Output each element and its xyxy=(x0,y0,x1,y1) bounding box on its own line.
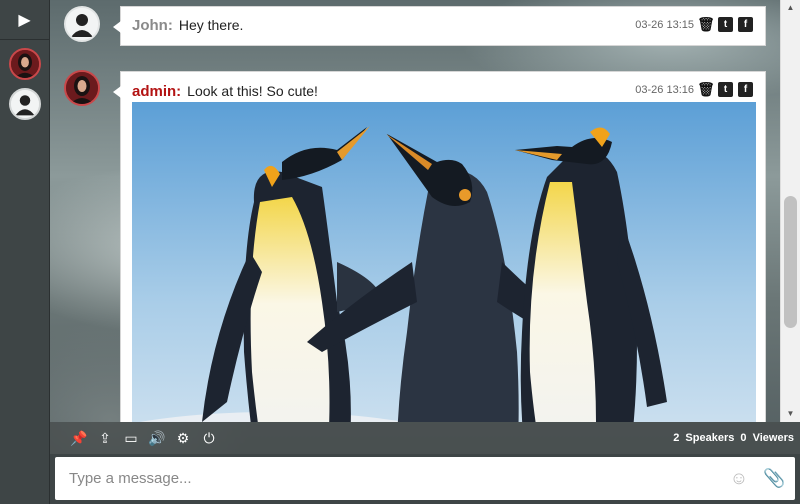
admin-avatar-icon xyxy=(66,72,98,104)
message-meta: 03-26 13:15 🗑 t f xyxy=(635,16,753,32)
user-avatar-icon xyxy=(10,90,39,118)
viewers-label: Viewers xyxy=(752,432,794,444)
upload-icon[interactable]: ⇪ xyxy=(92,430,118,447)
message-avatar-admin[interactable] xyxy=(64,70,100,106)
chat-scrollbar[interactable]: ▲ ▼ xyxy=(780,0,800,422)
message-bubble: John: Hey there. 03-26 13:15 🗑 t f xyxy=(113,6,766,46)
user-sidebar: ▶ xyxy=(0,0,50,504)
user-avatar-icon xyxy=(66,8,98,40)
trash-icon[interactable]: 🗑 xyxy=(697,81,715,97)
chat-messages[interactable]: John: Hey there. 03-26 13:15 🗑 t f admin:… xyxy=(50,0,780,422)
message-text: Look at this! So cute! xyxy=(187,83,318,99)
participant-counts: 2 Speakers 0 Viewers xyxy=(670,432,794,444)
trash-icon[interactable]: 🗑 xyxy=(697,16,715,32)
scroll-up-arrow-icon[interactable]: ▲ xyxy=(781,0,800,16)
facebook-icon[interactable]: f xyxy=(738,82,753,97)
message-input-bar: ☺ 📎 xyxy=(50,454,800,504)
chat-toolbar: 📌 ⇪ ▭ 🔊 ⚙ ⏻ 2 Speakers 0 Viewers xyxy=(50,422,800,454)
settings-icon[interactable]: ⚙ xyxy=(170,430,196,447)
message-input[interactable] xyxy=(69,470,669,487)
scrollbar-thumb[interactable] xyxy=(784,196,797,328)
emoji-icon[interactable]: ☺ xyxy=(729,468,749,488)
penguins-photo[interactable] xyxy=(132,102,756,422)
play-icon: ▶ xyxy=(18,11,31,29)
message-timestamp: 03-26 13:16 xyxy=(635,83,694,96)
power-icon[interactable]: ⏻ xyxy=(196,430,222,447)
facebook-icon[interactable]: f xyxy=(738,17,753,32)
message-sender[interactable]: John: xyxy=(132,17,173,34)
message-sender[interactable]: admin: xyxy=(132,83,181,100)
volume-icon[interactable]: 🔊 xyxy=(144,430,170,447)
scroll-down-arrow-icon[interactable]: ▼ xyxy=(781,406,800,422)
sidebar-toggle-button[interactable]: ▶ xyxy=(0,0,49,40)
twitter-icon[interactable]: t xyxy=(718,82,733,97)
message-meta: 03-26 13:16 🗑 t f xyxy=(635,81,753,97)
message-avatar-user[interactable] xyxy=(64,6,100,42)
admin-avatar-icon xyxy=(10,50,39,78)
viewers-count: 0 xyxy=(740,432,747,444)
speakers-count: 2 xyxy=(673,432,680,444)
twitter-icon[interactable]: t xyxy=(718,17,733,32)
penguins-image xyxy=(132,102,756,422)
pin-icon[interactable]: 📌 xyxy=(66,430,92,447)
message-input-container: ☺ 📎 xyxy=(55,457,795,500)
sidebar-avatar-admin[interactable] xyxy=(8,48,41,80)
sidebar-avatar-user[interactable] xyxy=(8,88,41,120)
window-icon[interactable]: ▭ xyxy=(118,430,144,447)
paperclip-icon[interactable]: 📎 xyxy=(763,468,785,488)
message-text: Hey there. xyxy=(178,17,244,33)
speakers-label: Speakers xyxy=(685,432,735,444)
message-bubble: admin: Look at this! So cute! 03-26 13:16… xyxy=(113,71,766,422)
message-timestamp: 03-26 13:15 xyxy=(635,18,694,31)
